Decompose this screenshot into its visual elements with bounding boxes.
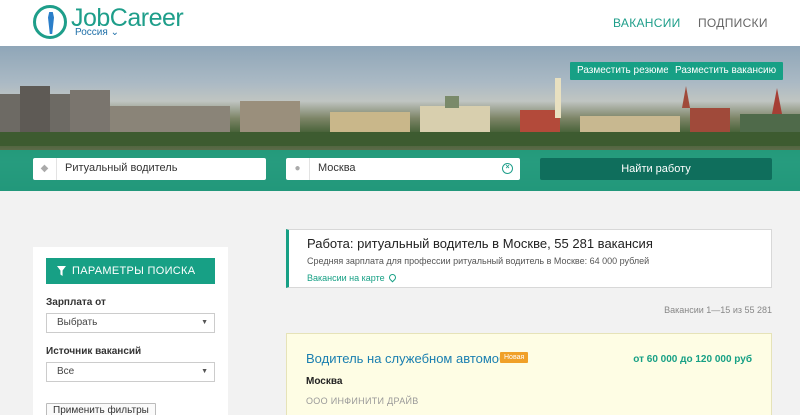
caret-down-icon: ▼ [201, 319, 208, 326]
find-job-button[interactable]: Найти работу [540, 158, 772, 180]
nav-subscriptions[interactable]: ПОДПИСКИ [698, 16, 768, 30]
chevron-down-icon: ⌄ [110, 27, 119, 38]
search-city-input[interactable]: ● Москва × [286, 158, 520, 180]
filters-panel: ПАРАМЕТРЫ ПОИСКА Зарплата от Выбрать ▼ И… [33, 247, 228, 415]
search-summary: Работа: ритуальный водитель в Москве, 55… [286, 229, 772, 288]
map-pin-icon [387, 272, 398, 283]
job-salary: от 60 000 до 120 000 руб [633, 354, 752, 365]
clear-icon[interactable]: × [502, 163, 513, 174]
job-card[interactable]: Водитель на служебном автомобиле Новая о… [286, 333, 772, 415]
job-city: Москва [306, 376, 343, 387]
filters-header-label: ПАРАМЕТРЫ ПОИСКА [72, 265, 196, 277]
apply-filters-button[interactable]: Применить фильтры [46, 403, 156, 415]
post-resume-button[interactable]: Разместить резюме [570, 62, 676, 80]
tag-icon: ◆ [33, 158, 57, 180]
job-company: ООО ИНФИНИТИ ДРАЙВ [306, 396, 419, 406]
caret-down-icon: ▼ [201, 368, 208, 375]
filter-icon [57, 266, 66, 276]
nav-vacancies[interactable]: ВАКАНСИИ [613, 16, 681, 30]
new-badge: Новая [500, 352, 529, 363]
post-vacancy-button[interactable]: Разместить вакансию [668, 62, 784, 80]
tie-logo-icon [33, 5, 67, 39]
job-title-link[interactable]: Водитель на служебном автомобиле [306, 351, 529, 366]
filters-header: ПАРАМЕТРЫ ПОИСКА [46, 258, 215, 284]
salary-select[interactable]: Выбрать ▼ [46, 313, 215, 333]
map-link[interactable]: Вакансии на карте [307, 272, 398, 283]
source-label: Источник вакансий [46, 346, 142, 357]
average-salary: Средняя зарплата для профессии ритуальны… [307, 256, 650, 266]
results-count: Вакансии 1—15 из 55 281 [664, 305, 772, 315]
map-link-label: Вакансии на карте [307, 273, 385, 283]
site-header: JobCareer Россия ⌄ ВАКАНСИИ ПОДПИСКИ [0, 0, 800, 46]
region-selector[interactable]: Россия ⌄ [75, 27, 119, 38]
salary-select-value: Выбрать [57, 317, 98, 328]
source-select-value: Все [57, 366, 75, 377]
search-query-input[interactable]: ◆ Ритуальный водитель [33, 158, 266, 180]
region-label: Россия [75, 27, 108, 38]
location-pin-icon: ● [286, 158, 310, 180]
search-query-value: Ритуальный водитель [65, 162, 178, 174]
search-city-value: Москва [318, 162, 356, 174]
salary-label: Зарплата от [46, 297, 106, 308]
source-select[interactable]: Все ▼ [46, 362, 215, 382]
summary-title: Работа: ритуальный водитель в Москве, 55… [307, 236, 653, 251]
